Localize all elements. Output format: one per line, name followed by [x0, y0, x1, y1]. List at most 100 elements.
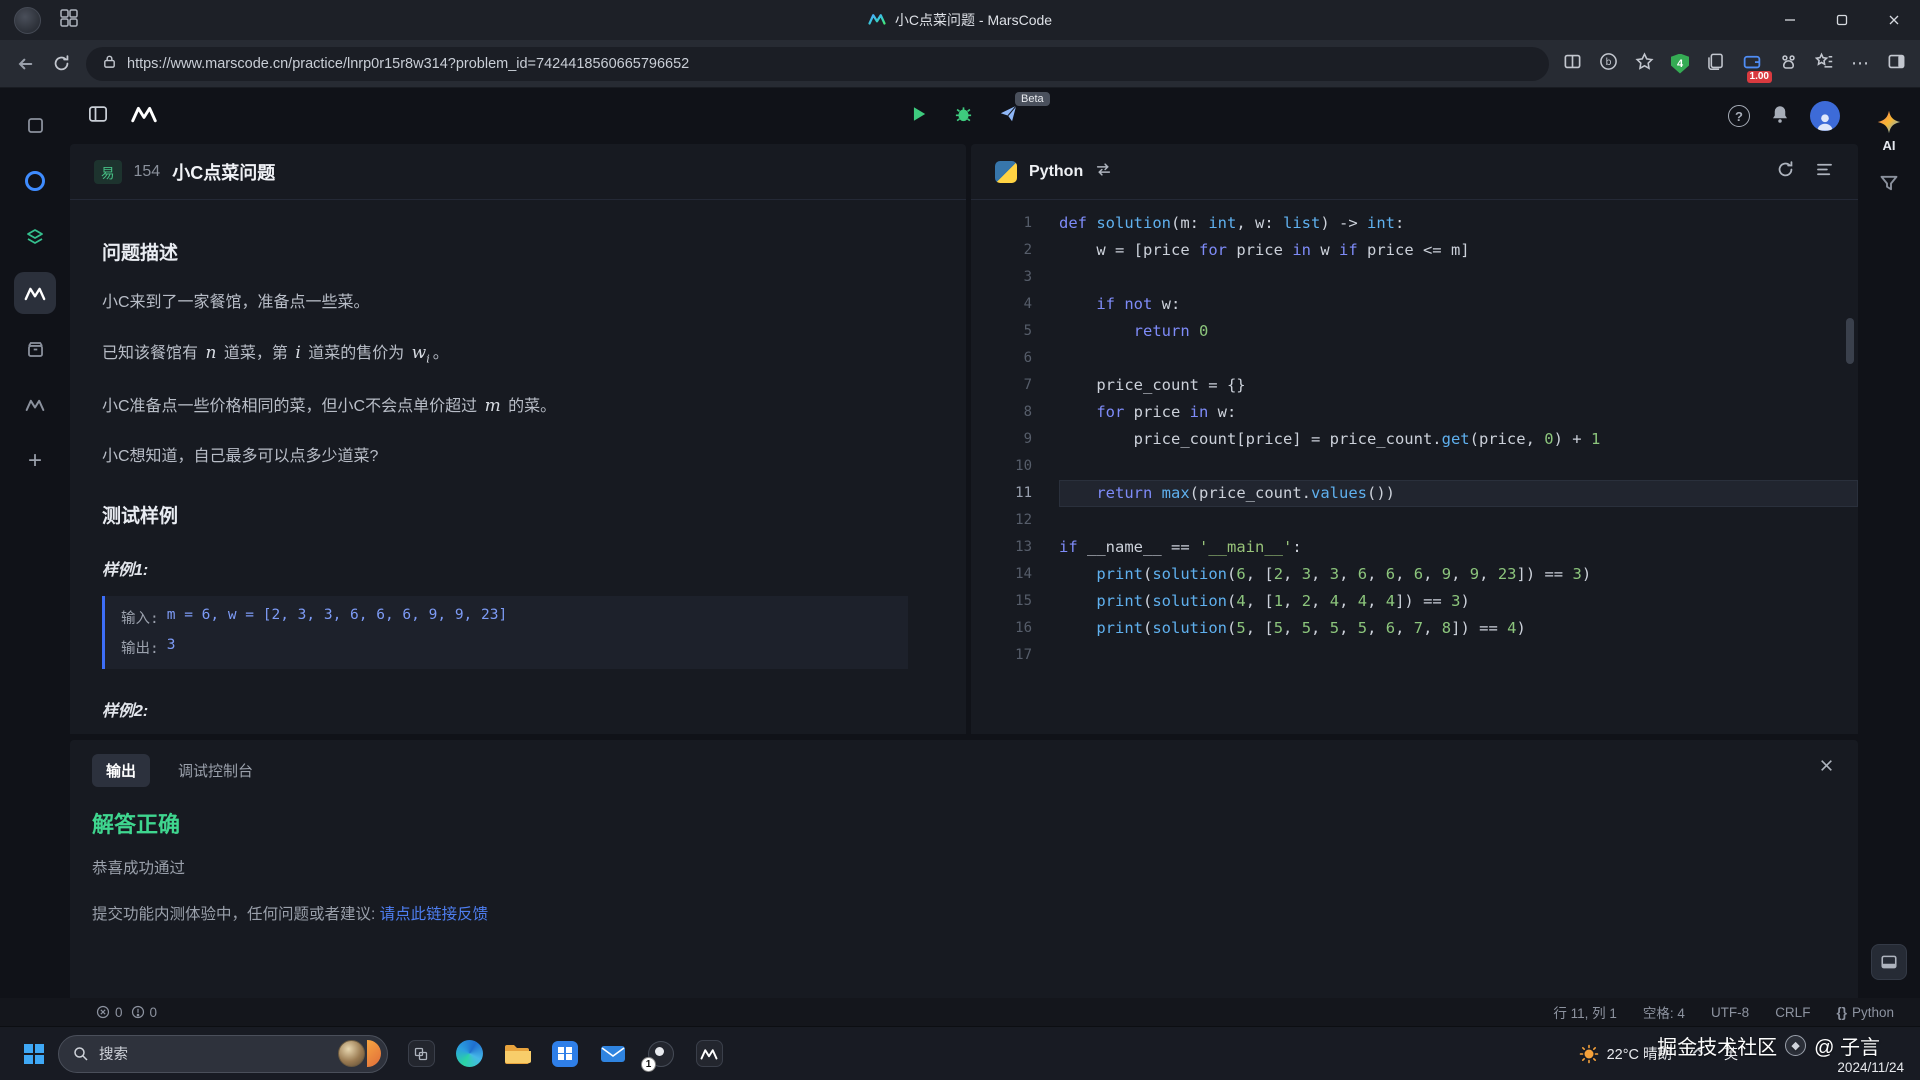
taskbar-search[interactable]: 搜索 — [58, 1035, 388, 1073]
blue-app-icon[interactable] — [14, 160, 56, 202]
code-line[interactable]: 12 — [971, 507, 1858, 534]
back-icon[interactable] — [14, 53, 36, 75]
code-line[interactable]: 11 return max(price_count.values()) — [971, 480, 1858, 507]
taskbar-date[interactable]: 2024/11/24 — [1837, 1060, 1904, 1075]
warnings-indicator[interactable]: 0 — [131, 1005, 158, 1020]
reset-code-icon[interactable] — [1776, 160, 1795, 184]
layers-app-icon[interactable] — [14, 216, 56, 258]
add-app-icon[interactable]: + — [14, 440, 56, 482]
editor-scrollbar[interactable] — [1846, 318, 1854, 364]
code-line[interactable]: 13if __name__ == '__main__': — [971, 534, 1858, 561]
collections-icon[interactable] — [1706, 52, 1725, 76]
line-content: price_count = {} — [1059, 372, 1858, 399]
language-mode[interactable]: {}Python — [1836, 1005, 1894, 1020]
python-icon — [995, 161, 1017, 183]
submit-button[interactable]: Beta — [999, 104, 1018, 128]
watermark-author: @ 子言 — [1814, 1031, 1880, 1060]
task-view-icon[interactable] — [406, 1039, 436, 1069]
code-line[interactable]: 16 print(solution(5, [5, 5, 5, 5, 6, 7, … — [971, 615, 1858, 642]
watermark-community: 掘金技术社区 — [1657, 1031, 1777, 1060]
code-line[interactable]: 1def solution(m: int, w: list) -> int: — [971, 210, 1858, 237]
maximize-button[interactable] — [1816, 0, 1868, 40]
debug-button[interactable] — [954, 104, 973, 128]
difficulty-badge: 易 — [94, 160, 122, 184]
code-line[interactable]: 4 if not w: — [971, 291, 1858, 318]
errors-indicator[interactable]: 0 — [96, 1005, 123, 1020]
marscode-taskbar-icon[interactable] — [694, 1039, 724, 1069]
box-app-icon[interactable] — [14, 328, 56, 370]
start-button[interactable] — [24, 1044, 44, 1064]
ai-assistant-button[interactable]: AI — [1877, 110, 1901, 153]
sample1-output-value: 3 — [167, 637, 176, 658]
favorite-star-icon[interactable] — [1635, 52, 1654, 76]
window-panel-icon[interactable] — [14, 104, 56, 146]
collapse-sidebar-icon[interactable] — [88, 104, 108, 129]
code-line[interactable]: 8 for price in w: — [971, 399, 1858, 426]
obs-app-icon[interactable]: 1 — [646, 1039, 676, 1069]
site-info-icon[interactable] — [102, 54, 117, 74]
url-bar[interactable]: https://www.marscode.cn/practice/lnrp0r1… — [86, 47, 1549, 81]
left-activity-bar: + — [0, 88, 70, 998]
help-button[interactable]: ? — [1728, 105, 1750, 127]
line-content: print(solution(6, [2, 3, 3, 6, 6, 6, 9, … — [1059, 561, 1858, 588]
code-line[interactable]: 7 price_count = {} — [971, 372, 1858, 399]
code-line[interactable]: 6 — [971, 345, 1858, 372]
cursor-position[interactable]: 行 11, 列 1 — [1553, 1002, 1617, 1022]
close-button[interactable] — [1868, 0, 1920, 40]
search-highlight-accent — [367, 1040, 381, 1067]
file-explorer-icon[interactable] — [502, 1039, 532, 1069]
result-title: 解答正确 — [92, 807, 1836, 839]
marscode-logo[interactable] — [130, 105, 158, 128]
code-line[interactable]: 9 price_count[price] = price_count.get(p… — [971, 426, 1858, 453]
split-screen-icon[interactable] — [1563, 52, 1582, 76]
filter-tools-icon[interactable] — [1879, 173, 1899, 198]
code-line[interactable]: 14 print(solution(6, [2, 3, 3, 6, 6, 6, … — [971, 561, 1858, 588]
browser-profile-avatar[interactable] — [14, 7, 41, 34]
feedback-link[interactable]: 请点此链接反馈 — [380, 906, 489, 923]
code-line[interactable]: 5 return 0 — [971, 318, 1858, 345]
encoding[interactable]: UTF-8 — [1711, 1005, 1749, 1020]
extension-paw-icon[interactable] — [1779, 52, 1798, 76]
beta-badge: Beta — [1015, 92, 1050, 106]
marscode-secondary-icon[interactable] — [14, 384, 56, 426]
workspaces-icon[interactable] — [59, 8, 79, 33]
search-label: 搜索 — [99, 1043, 328, 1064]
refresh-icon[interactable] — [50, 53, 72, 75]
code-line[interactable]: 3 — [971, 264, 1858, 291]
switch-language-icon[interactable] — [1095, 161, 1112, 183]
run-button[interactable] — [910, 105, 928, 128]
panel-layout-button[interactable] — [1871, 944, 1907, 980]
format-code-icon[interactable] — [1815, 160, 1834, 184]
tab-output[interactable]: 输出 — [92, 754, 150, 787]
search-highlight-image — [338, 1040, 365, 1067]
line-content: price_count[price] = price_count.get(pri… — [1059, 426, 1858, 453]
wallet-icon[interactable]: 1.00 — [1742, 52, 1762, 76]
code-line[interactable]: 10 — [971, 453, 1858, 480]
browser-menu-icon[interactable]: ⋯ — [1851, 53, 1870, 74]
notifications-bell-icon[interactable] — [1770, 104, 1790, 129]
problem-body[interactable]: 问题描述 小C来到了一家餐馆，准备点一些菜。 已知该餐馆有 n 道菜，第 i 道… — [70, 200, 966, 734]
ai-label: AI — [1883, 138, 1896, 153]
eol-setting[interactable]: CRLF — [1775, 1005, 1810, 1020]
browser-extension-b-icon[interactable]: b — [1599, 52, 1618, 76]
minimize-button[interactable] — [1764, 0, 1816, 40]
code-editor[interactable]: 1def solution(m: int, w: list) -> int:2 … — [971, 200, 1858, 734]
user-avatar[interactable] — [1810, 101, 1840, 131]
tab-debug-console[interactable]: 调试控制台 — [178, 760, 253, 781]
code-line[interactable]: 2 w = [price for price in w if price <= … — [971, 237, 1858, 264]
app-region: + Beta ? — [0, 88, 1920, 998]
indent-setting[interactable]: 空格: 4 — [1643, 1002, 1685, 1022]
copilot-sidebar-icon[interactable] — [1887, 52, 1906, 76]
close-output-icon[interactable] — [1819, 758, 1834, 778]
adblock-shield-icon[interactable]: 4 — [1671, 54, 1689, 74]
code-line[interactable]: 17 — [971, 642, 1858, 669]
marscode-app-icon-active[interactable] — [14, 272, 56, 314]
search-icon — [73, 1046, 89, 1062]
sample1-output-key: 输出: — [121, 637, 159, 658]
favorites-bar-icon[interactable] — [1815, 52, 1834, 76]
mail-icon[interactable] — [598, 1039, 628, 1069]
edge-icon[interactable] — [454, 1039, 484, 1069]
microsoft-store-icon[interactable] — [550, 1039, 580, 1069]
code-line[interactable]: 15 print(solution(4, [1, 2, 4, 4, 4]) ==… — [971, 588, 1858, 615]
line-content: print(solution(5, [5, 5, 5, 5, 6, 7, 8])… — [1059, 615, 1858, 642]
